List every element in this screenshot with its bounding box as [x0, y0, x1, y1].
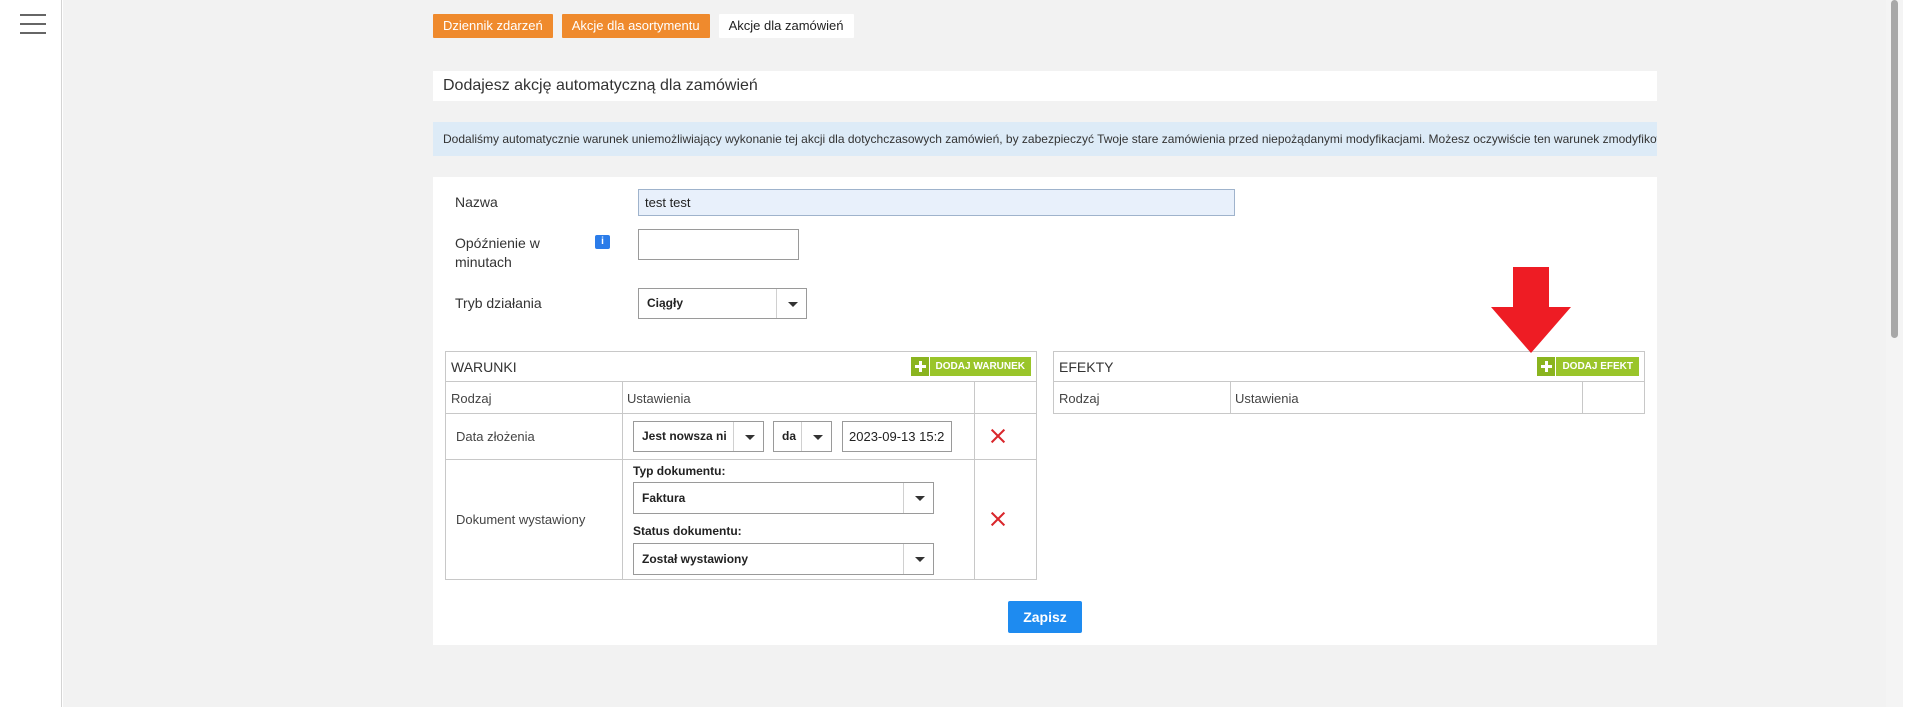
doc-type-select[interactable]: Faktura	[633, 482, 934, 514]
mode-select[interactable]: Ciągły	[638, 288, 807, 319]
doc-type-label: Typ dokumentu:	[633, 464, 726, 478]
doc-status-value: Został wystawiony	[642, 552, 749, 566]
plus-icon	[1537, 357, 1557, 376]
save-button[interactable]: Zapisz	[1008, 601, 1082, 633]
red-arrow-down-icon	[1491, 267, 1571, 353]
info-message: Dodaliśmy automatycznie warunek uniemożl…	[433, 122, 1657, 156]
chevron-down-icon	[801, 422, 831, 451]
add-condition-label: DODAJ WARUNEK	[935, 361, 1025, 372]
mode-label: Tryb działania	[455, 295, 542, 311]
plus-icon	[910, 357, 930, 376]
form-panel: Nazwa test test Opóźnienie w minutach i …	[433, 177, 1657, 645]
scrollbar-thumb[interactable]	[1891, 0, 1898, 338]
scrollbar[interactable]	[1886, 0, 1903, 707]
name-label: Nazwa	[455, 194, 498, 210]
chevron-down-icon	[903, 544, 933, 574]
tab-order-actions[interactable]: Akcje dla zamówień	[718, 14, 854, 38]
info-icon[interactable]: i	[595, 235, 610, 249]
chevron-down-icon	[733, 422, 763, 451]
sidebar	[0, 0, 62, 707]
date-unit-select[interactable]: da	[773, 421, 832, 452]
tab-product-actions[interactable]: Akcje dla asortymentu	[561, 14, 710, 38]
conditions-box: WARUNKI DODAJ WARUNEK Rodzaj Ustawienia …	[445, 351, 1037, 580]
doc-status-select[interactable]: Został wystawiony	[633, 543, 934, 575]
conditions-col-type: Rodzaj	[451, 391, 492, 406]
chevron-down-icon	[776, 289, 806, 318]
conditions-col-settings: Ustawienia	[627, 391, 691, 406]
doc-status-label: Status dokumentu:	[633, 524, 742, 538]
add-effect-button[interactable]: DODAJ EFEKT	[1537, 357, 1639, 376]
date-operator-select[interactable]: Jest nowsza ni	[633, 421, 764, 452]
effects-col-type: Rodzaj	[1059, 391, 1100, 406]
effects-box: EFEKTY DODAJ EFEKT Rodzaj Ustawienia	[1053, 351, 1645, 414]
chevron-down-icon	[903, 483, 933, 513]
delay-label: Opóźnienie w minutach	[455, 235, 540, 270]
delay-input[interactable]	[638, 229, 799, 260]
add-effect-label: DODAJ EFEKT	[1562, 361, 1633, 372]
effects-col-settings: Ustawienia	[1235, 391, 1299, 406]
date-unit-value: da	[782, 429, 797, 443]
add-condition-button[interactable]: DODAJ WARUNEK	[910, 357, 1031, 376]
main-content: Dziennik zdarzeń Akcje dla asortymentu A…	[63, 0, 1903, 707]
tab-event-log[interactable]: Dziennik zdarzeń	[433, 14, 553, 38]
condition-type-date: Data złożenia	[456, 429, 535, 444]
condition-type-document: Dokument wystawiony	[456, 512, 586, 527]
hamburger-menu-icon[interactable]	[20, 14, 46, 34]
page-title: Dodajesz akcję automatyczną dla zamówień	[433, 71, 1657, 101]
tab-bar: Dziennik zdarzeń Akcje dla asortymentu A…	[433, 14, 854, 38]
date-operator-value: Jest nowsza ni	[642, 429, 727, 443]
date-value-input[interactable]: 2023-09-13 15:2	[842, 421, 952, 452]
delete-condition-icon[interactable]	[990, 428, 1006, 444]
delete-condition-icon[interactable]	[990, 511, 1006, 527]
name-input[interactable]: test test	[638, 189, 1235, 216]
doc-type-value: Faktura	[642, 491, 686, 505]
effects-title: EFEKTY	[1059, 359, 1114, 375]
conditions-title: WARUNKI	[451, 359, 517, 375]
